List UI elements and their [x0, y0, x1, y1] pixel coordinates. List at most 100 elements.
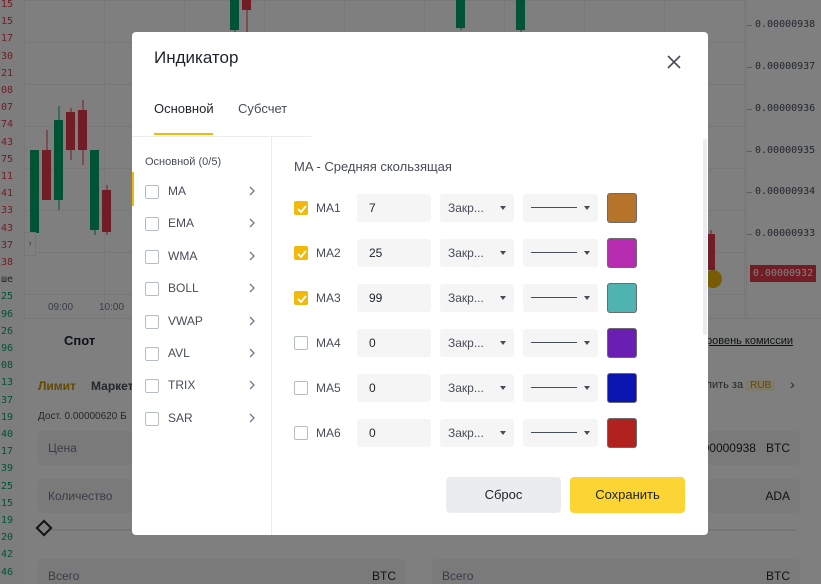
ma-name: MA2 — [316, 246, 341, 260]
indicator-label: SAR — [168, 410, 193, 425]
color-picker[interactable] — [607, 193, 637, 223]
checkbox[interactable] — [145, 347, 159, 361]
indicator-item-wma[interactable]: WMA — [132, 244, 271, 270]
source-value: Закр... — [448, 291, 484, 305]
dialog-title: Индикатор — [154, 48, 239, 67]
ma-row-ma2: MA2 25 Закр... — [273, 238, 708, 268]
checkbox[interactable] — [294, 426, 308, 440]
ma-row-ma1: MA1 7 Закр... — [273, 193, 708, 223]
checkbox[interactable] — [294, 336, 308, 350]
indicator-item-trix[interactable]: TRIX — [132, 373, 271, 399]
line-style-select[interactable] — [523, 419, 598, 447]
ma-row-ma4: MA4 0 Закр... — [273, 328, 708, 358]
ma-row-ma3: MA3 99 Закр... — [273, 283, 708, 313]
checkbox[interactable] — [145, 249, 159, 264]
line-style-select[interactable] — [523, 284, 598, 312]
indicator-label: VWAP — [168, 313, 203, 328]
dialog-tabs: Основной Субсчет — [132, 92, 708, 136]
source-select[interactable]: Закр... — [440, 194, 514, 222]
caret-down-icon — [584, 431, 590, 435]
source-value: Закр... — [448, 426, 484, 440]
ma-row-ma5: MA5 0 Закр... — [273, 373, 708, 403]
line-style-select[interactable] — [523, 239, 598, 267]
color-picker[interactable] — [607, 418, 637, 448]
source-value: Закр... — [448, 201, 484, 215]
line-style-select[interactable] — [523, 194, 598, 222]
scrollbar[interactable] — [703, 139, 707, 335]
line-style-preview — [531, 297, 577, 298]
tab-main[interactable]: Основной — [154, 101, 214, 116]
indicator-label: MA — [168, 184, 186, 198]
checkbox[interactable] — [145, 411, 159, 426]
source-select[interactable]: Закр... — [440, 239, 514, 267]
chevron-right-icon[interactable] — [246, 315, 258, 327]
ma-row-ma6: MA6 0 Закр... — [273, 418, 708, 448]
period-input[interactable]: 0 — [357, 374, 431, 402]
line-style-select[interactable] — [523, 374, 598, 402]
checkmark-icon — [297, 205, 307, 214]
reset-button[interactable]: Сброс — [446, 477, 561, 513]
caret-down-icon — [584, 206, 590, 210]
line-style-select[interactable] — [523, 329, 598, 357]
source-value: Закр... — [448, 381, 484, 395]
indicator-dialog: Индикатор Основной Субсчет Основной (0/5… — [132, 32, 708, 535]
source-select[interactable]: Закр... — [440, 329, 514, 357]
indicator-item-vwap[interactable]: VWAP — [132, 309, 271, 335]
ma-name: MA3 — [316, 291, 341, 305]
period-input[interactable]: 0 — [357, 329, 431, 357]
color-picker[interactable] — [607, 373, 637, 403]
source-select[interactable]: Закр... — [440, 419, 514, 447]
ma-name: MA1 — [316, 201, 341, 215]
indicator-label: AVL — [168, 346, 190, 360]
chevron-right-icon[interactable] — [246, 217, 258, 229]
period-input[interactable]: 99 — [357, 284, 431, 312]
checkbox[interactable] — [145, 379, 159, 394]
line-style-preview — [531, 342, 577, 343]
indicator-label: WMA — [168, 248, 198, 263]
chevron-right-icon[interactable] — [246, 185, 258, 197]
caret-down-icon — [500, 341, 506, 345]
indicator-item-boll[interactable]: BOLL — [132, 276, 271, 302]
caret-down-icon — [584, 341, 590, 345]
checkbox[interactable] — [294, 201, 308, 215]
caret-down-icon — [584, 296, 590, 300]
save-button[interactable]: Сохранить — [570, 477, 685, 513]
caret-down-icon — [500, 386, 506, 390]
indicator-item-ema[interactable]: EMA — [132, 211, 271, 237]
caret-down-icon — [500, 431, 506, 435]
indicator-item-sar[interactable]: SAR — [132, 406, 271, 432]
checkbox[interactable] — [145, 217, 159, 232]
period-input[interactable]: 7 — [357, 194, 431, 222]
source-value: Закр... — [448, 336, 484, 350]
source-select[interactable]: Закр... — [440, 374, 514, 402]
close-icon — [667, 55, 681, 69]
caret-down-icon — [584, 251, 590, 255]
chevron-right-icon[interactable] — [246, 379, 258, 391]
source-select[interactable]: Закр... — [440, 284, 514, 312]
chevron-right-icon[interactable] — [246, 282, 258, 294]
checkbox[interactable] — [145, 185, 159, 199]
caret-down-icon — [500, 251, 506, 255]
checkmark-icon — [297, 250, 307, 259]
indicator-item-avl[interactable]: AVL — [132, 341, 271, 367]
indicator-label: TRIX — [168, 378, 196, 393]
checkbox[interactable] — [145, 282, 159, 297]
checkbox[interactable] — [294, 246, 308, 260]
checkbox[interactable] — [145, 314, 159, 329]
checkbox[interactable] — [294, 291, 308, 305]
chevron-right-icon[interactable] — [246, 347, 258, 359]
close-button[interactable] — [662, 50, 686, 74]
chevron-right-icon[interactable] — [246, 412, 258, 424]
color-picker[interactable] — [607, 238, 637, 268]
color-picker[interactable] — [607, 283, 637, 313]
period-input[interactable]: 25 — [357, 239, 431, 267]
indicator-item-ma[interactable]: MA — [132, 179, 271, 205]
color-picker[interactable] — [607, 328, 637, 358]
ma-name: MA5 — [316, 381, 341, 395]
checkbox[interactable] — [294, 381, 308, 395]
chevron-right-icon[interactable] — [246, 250, 258, 262]
period-input[interactable]: 0 — [357, 419, 431, 447]
line-style-preview — [531, 432, 577, 433]
tab-subaccount[interactable]: Субсчет — [238, 101, 287, 116]
ma-settings-panel: MA - Средняя скользящая MA1 7 Закр... MA2 25… — [273, 137, 708, 535]
